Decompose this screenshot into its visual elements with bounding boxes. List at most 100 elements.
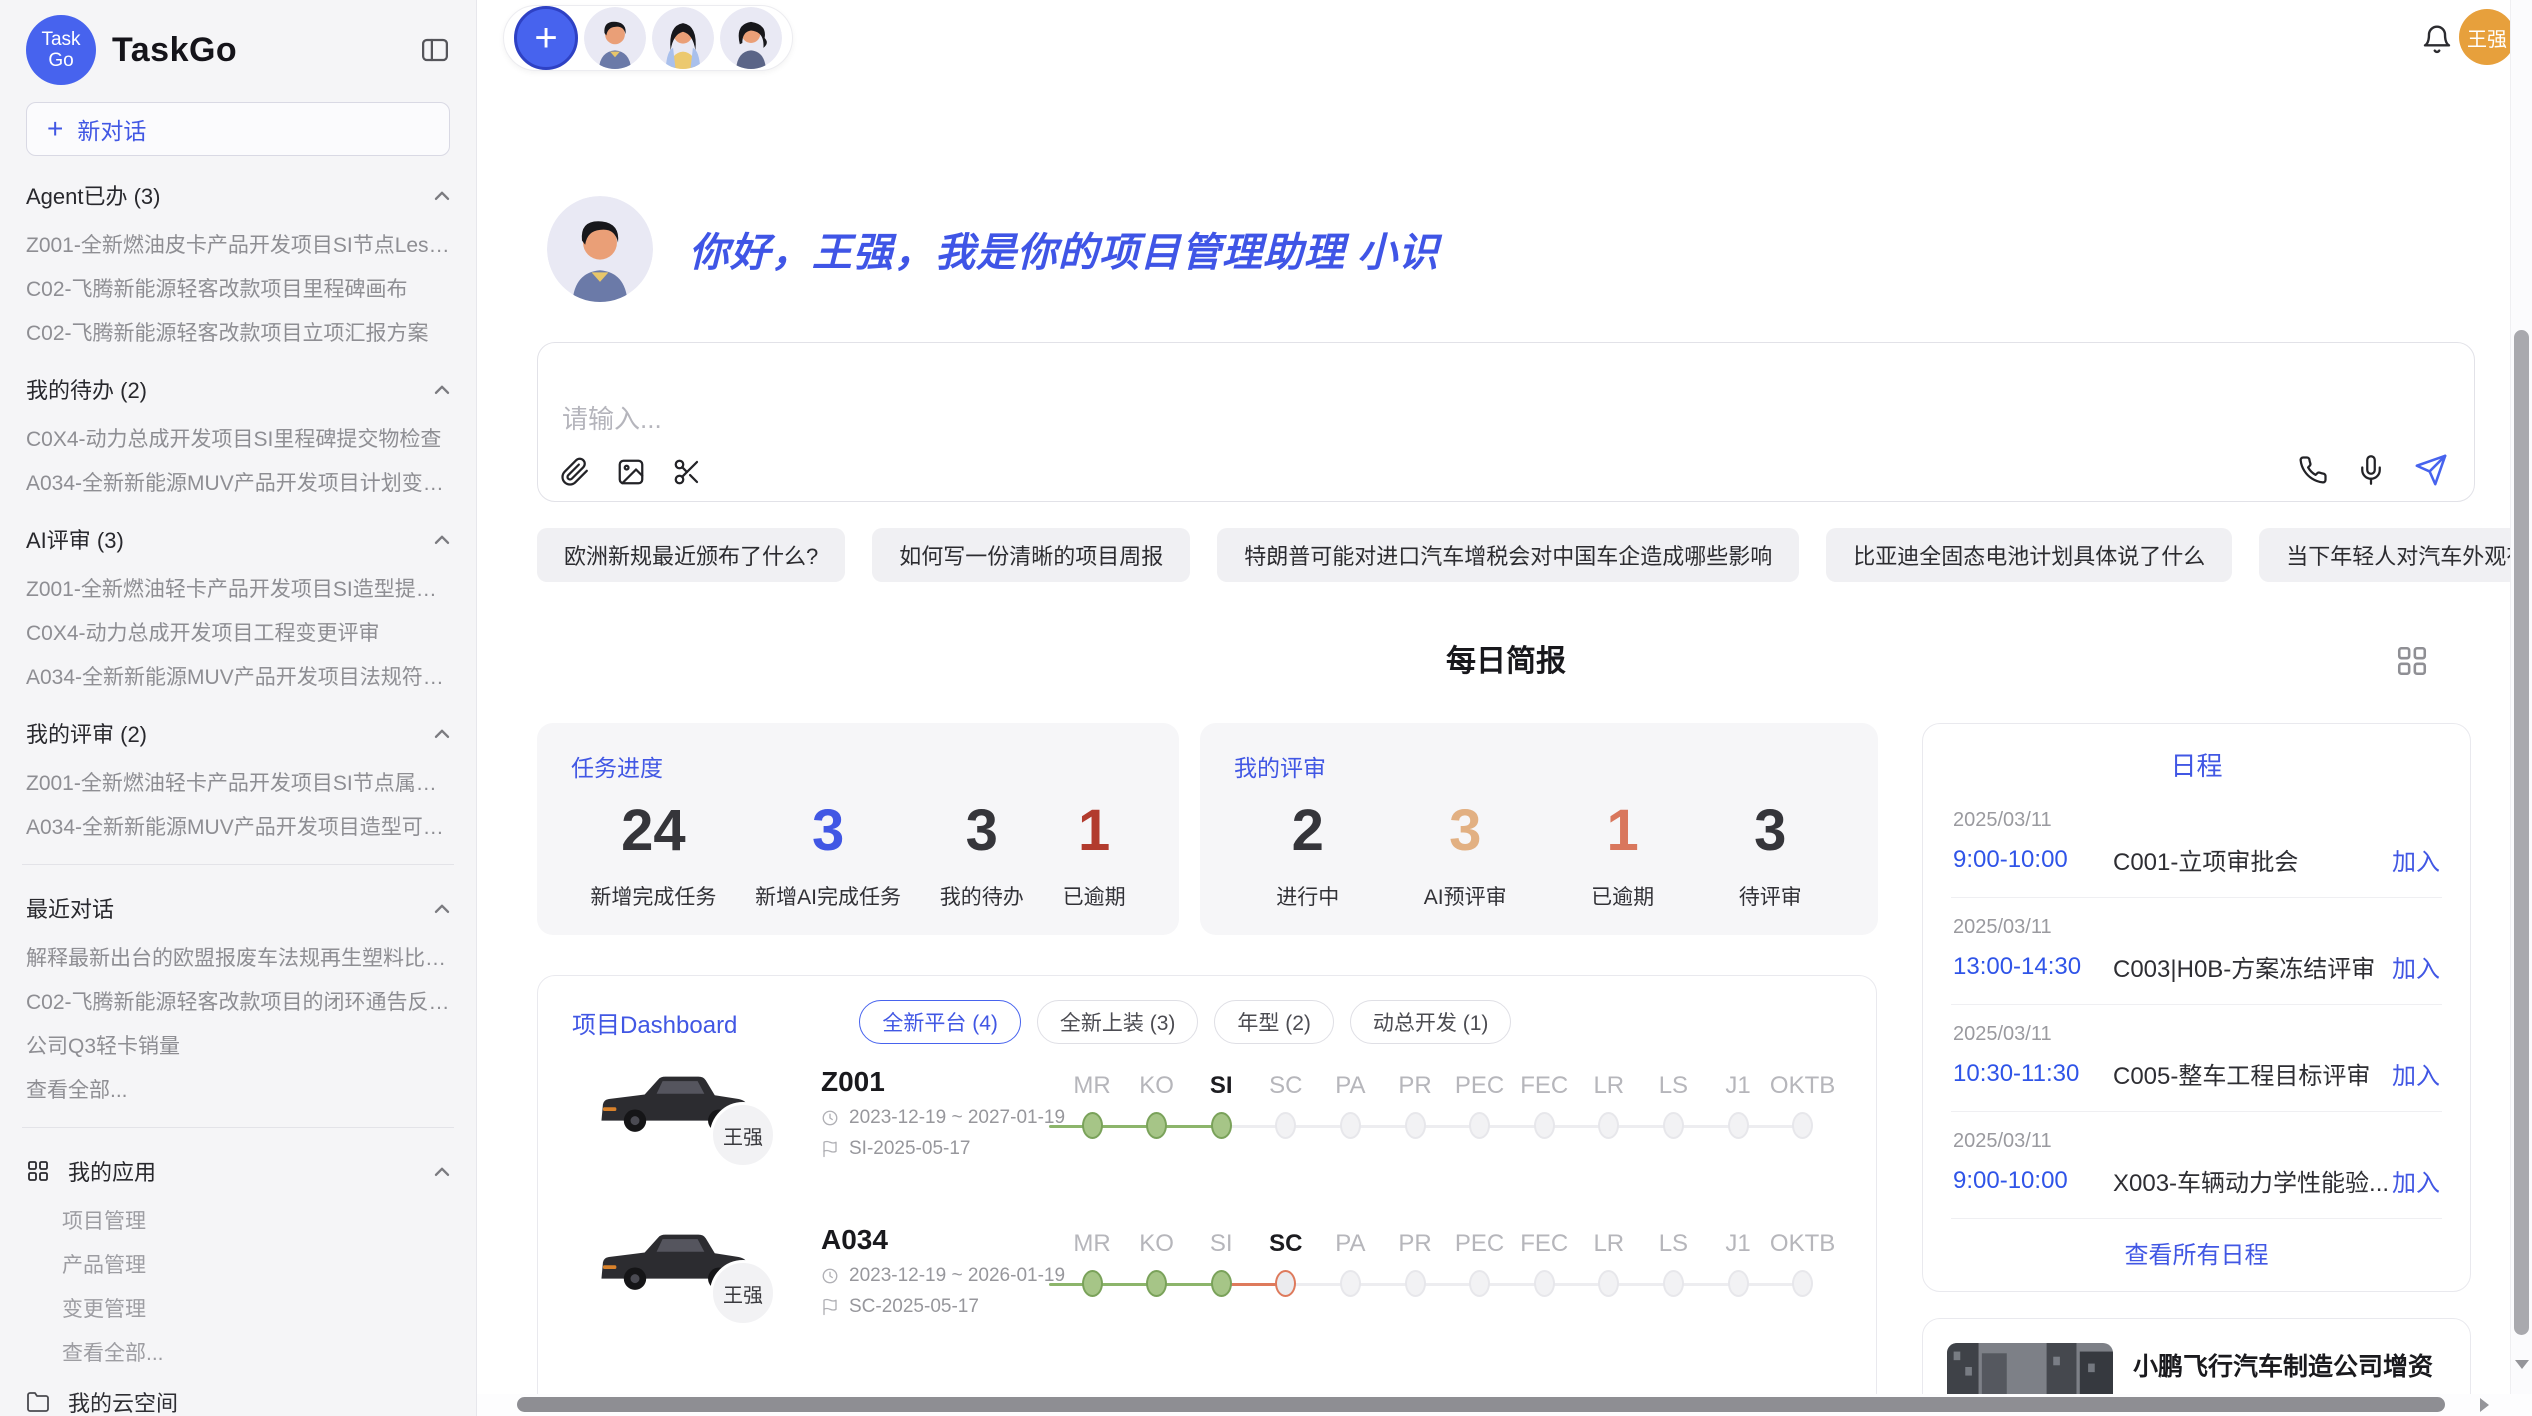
sidebar-item[interactable]: A034-全新新能源MUV产品开发项目计划变更表编写 (26, 462, 450, 506)
milestone-dot (1728, 1270, 1749, 1297)
stat: 2进行中 (1276, 799, 1339, 911)
chat-input[interactable]: 请输入... (537, 342, 2475, 502)
send-icon[interactable] (2414, 453, 2448, 487)
sidebar-item[interactable]: A034-全新新能源MUV产品开发项目造型可行性评审 (26, 806, 450, 850)
project-code: Z001 (821, 1066, 1065, 1098)
app-item-product-mgmt[interactable]: 产品管理 (26, 1244, 450, 1288)
project-dates: 2023-12-19 ~ 2026-01-19 (821, 1265, 1065, 1287)
scissors-icon[interactable] (672, 457, 702, 487)
new-chat-button[interactable]: + 新对话 (26, 102, 450, 156)
horizontal-scrollbar[interactable] (477, 1394, 2532, 1416)
project-row[interactable]: 王强 Z001 2023-12-19 ~ 2027-01-19 SI-2025-… (538, 1052, 1876, 1210)
suggestion-chip[interactable]: 特朗普可能对进口汽车增税会对中国车企造成哪些影响 (1217, 528, 1799, 582)
filter-pill[interactable]: 动总开发 (1) (1350, 1000, 1512, 1044)
section-header-my-review[interactable]: 我的评审 (2) (26, 704, 450, 762)
view-all-chats-link[interactable]: 查看全部... (26, 1069, 450, 1113)
milestone-dot (1211, 1270, 1232, 1297)
scroll-right-arrow-icon[interactable] (2480, 1398, 2489, 1412)
chevron-up-icon (434, 534, 450, 545)
vertical-scrollbar[interactable] (2510, 0, 2532, 1394)
app-window: Task Go TaskGo + 新对话 Agent已办 (3) Z001-全新… (0, 0, 2532, 1416)
paperclip-icon[interactable] (560, 457, 590, 487)
milestone-dot (1275, 1270, 1296, 1297)
event-title: C001-立项审批会 (2113, 842, 2392, 877)
app-item-change-mgmt[interactable]: 变更管理 (26, 1288, 450, 1332)
menu-label: 我的云空间 (68, 1386, 178, 1416)
milestone-dot (1405, 1270, 1426, 1297)
sidebar-item-cloud-space[interactable]: 我的云空间 (26, 1376, 450, 1416)
user-avatar[interactable]: 王强 (2459, 9, 2510, 65)
dashboard-filters: 全新平台 (4) 全新上装 (3) 年型 (2) 动总开发 (1) (859, 1000, 1511, 1044)
suggestion-chip[interactable]: 如何写一份清晰的项目周报 (872, 528, 1190, 582)
project-row[interactable]: 王强 A034 2023-12-19 ~ 2026-01-19 SC-2025-… (538, 1210, 1876, 1368)
recent-chat-item[interactable]: 公司Q3轻卡销量 (26, 1025, 450, 1069)
schedule-event: 2025/03/11 9:00-10:00 C001-立项审批会 加入 (1951, 791, 2442, 898)
section-header-ai-review[interactable]: AI评审 (3) (26, 510, 450, 568)
suggestion-chip[interactable]: 比亚迪全固态电池计划具体说了什么 (1826, 528, 2232, 582)
schedule-event: 2025/03/11 9:00-10:00 X003-车辆动力学性能验... 加… (1951, 1112, 2442, 1219)
app-title: TaskGo (112, 31, 404, 70)
section-label: 最近对话 (26, 892, 114, 924)
project-dashboard-card: 项目Dashboard 全新平台 (4) 全新上装 (3) 年型 (2) 动总开… (537, 975, 1877, 1394)
sidebar-item[interactable]: C02-飞腾新能源轻客改款项目立项汇报方案 (26, 312, 450, 356)
recent-chat-item[interactable]: C02-飞腾新能源轻客改款项目的闭环通告反馈情况 (26, 981, 450, 1025)
event-date: 2025/03/11 (1953, 1023, 2440, 1046)
suggestion-chip[interactable]: 当下年轻人对汽车外观有怎样的喜好趋势 (2259, 528, 2510, 582)
microphone-icon[interactable] (2356, 455, 2386, 485)
image-icon[interactable] (616, 457, 646, 487)
view-all-apps-link[interactable]: 查看全部... (26, 1332, 450, 1376)
milestone-dot (1598, 1112, 1619, 1139)
app-item-project-mgmt[interactable]: 项目管理 (26, 1200, 450, 1244)
suggestion-chip[interactable]: 欧洲新规最近颁布了什么? (537, 528, 845, 582)
view-all-schedule-link[interactable]: 查看所有日程 (1951, 1235, 2442, 1270)
add-session-button[interactable]: + (514, 6, 578, 70)
milestone-MR: MR (1059, 1068, 1125, 1139)
join-link[interactable]: 加入 (2392, 1056, 2440, 1091)
milestone-dot (1469, 1112, 1490, 1139)
join-link[interactable]: 加入 (2392, 842, 2440, 877)
milestone-OKTB: OKTB (1770, 1226, 1836, 1297)
filter-pill[interactable]: 年型 (2) (1214, 1000, 1334, 1044)
sidebar-item[interactable]: Z001-全新燃油皮卡产品开发项目SI节点Lesson Learn报告 (26, 224, 450, 268)
filter-pill[interactable]: 全新上装 (3) (1037, 1000, 1199, 1044)
section-header-my-todo[interactable]: 我的待办 (2) (26, 360, 450, 418)
news-image (1947, 1343, 2113, 1394)
avatar[interactable] (720, 7, 782, 69)
folder-icon (26, 1390, 50, 1414)
sidebar-item[interactable]: C02-飞腾新能源轻客改款项目里程碑画布 (26, 268, 450, 312)
section-label: 我的待办 (2) (26, 373, 147, 405)
section-header-recent-chats[interactable]: 最近对话 (26, 879, 450, 937)
vertical-scrollbar-thumb[interactable] (2514, 330, 2529, 1335)
horizontal-scrollbar-thumb[interactable] (517, 1397, 2445, 1412)
divider (22, 1127, 454, 1128)
filter-pill[interactable]: 全新平台 (4) (859, 1000, 1021, 1044)
sidebar-item[interactable]: C0X4-动力总成开发项目SI里程碑提交物检查 (26, 418, 450, 462)
notifications-bell-icon[interactable] (2421, 24, 2453, 61)
layout-grid-icon[interactable] (2395, 644, 2429, 683)
schedule-card: 日程 2025/03/11 9:00-10:00 C001-立项审批会 加入 2… (1922, 723, 2471, 1292)
event-time: 9:00-10:00 (1953, 846, 2113, 874)
section-header-my-apps[interactable]: 我的应用 (26, 1142, 450, 1200)
event-time: 10:30-11:30 (1953, 1060, 2113, 1088)
phone-icon[interactable] (2298, 455, 2328, 485)
collapse-sidebar-icon[interactable] (420, 35, 450, 65)
clock-icon (821, 1267, 839, 1285)
sidebar-item[interactable]: Z001-全新燃油轻卡产品开发项目SI造型提交物评审 (26, 568, 450, 612)
scroll-down-arrow-icon[interactable] (2515, 1360, 2529, 1369)
avatar[interactable] (584, 7, 646, 69)
milestone-dot (1469, 1270, 1490, 1297)
sidebar-item[interactable]: Z001-全新燃油轻卡产品开发项目SI节点属性5D文件评审 (26, 762, 450, 806)
section-label: Agent已办 (3) (26, 179, 161, 211)
sidebar-item[interactable]: C0X4-动力总成开发项目工程变更评审 (26, 612, 450, 656)
section-header-agent-done[interactable]: Agent已办 (3) (26, 166, 450, 224)
milestone-KO: KO (1124, 1226, 1190, 1297)
news-card[interactable]: 小鹏飞行汽车制造公司增资 天眼查 App 显示，近日广州汇天飞行汽 (1922, 1318, 2471, 1394)
join-link[interactable]: 加入 (2392, 1163, 2440, 1198)
chevron-up-icon (434, 728, 450, 739)
sidebar-item[interactable]: A034-全新新能源MUV产品开发项目法规符合性评审 (26, 656, 450, 700)
avatar[interactable] (652, 7, 714, 69)
recent-chat-item[interactable]: 解释最新出台的欧盟报废车法规再生塑料比例被调至15%... (26, 937, 450, 981)
milestone-dot (1082, 1270, 1103, 1297)
join-link[interactable]: 加入 (2392, 949, 2440, 984)
milestone-J1: J1 (1705, 1226, 1771, 1297)
